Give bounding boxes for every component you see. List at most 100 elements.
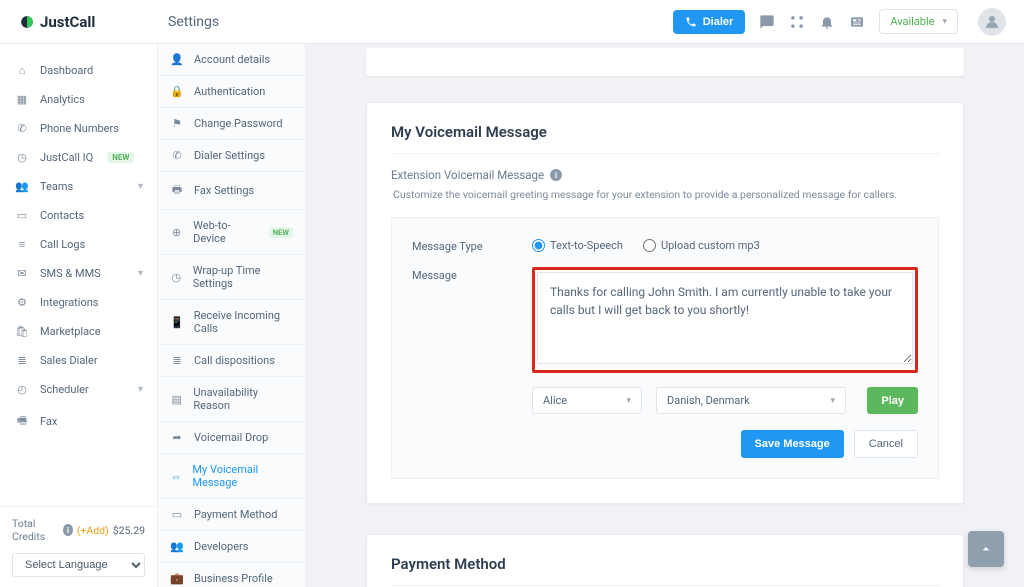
nav-icon: 🛍 (14, 325, 30, 338)
new-badge: NEW (107, 152, 134, 163)
settings-item-my-voicemail-message[interactable]: ⇔ My Voicemail Message (158, 454, 305, 499)
brand-name: JustCall (40, 13, 95, 31)
settings-item-call-dispositions[interactable]: ≣Call dispositions (158, 345, 305, 377)
settings-item-payment-method[interactable]: ▭ Payment Method (158, 499, 305, 531)
clock-icon: ◷ (170, 271, 183, 284)
settings-item-dialer-settings[interactable]: ✆Dialer Settings (158, 140, 305, 172)
nav-icon: ⌂ (14, 64, 30, 77)
avatar[interactable] (978, 8, 1006, 36)
settings-item-web-to-device[interactable]: ⊕Web-to-DeviceNEW (158, 210, 305, 255)
news-icon[interactable] (849, 14, 865, 30)
settings-item-label: Developers (194, 540, 248, 553)
voicemail-subheading: Extension Voicemail Message i (391, 168, 939, 182)
chevron-down-icon: ▾ (830, 396, 835, 406)
settings-item-voicemail-drop[interactable]: ➦Voicemail Drop (158, 422, 305, 454)
message-highlight-box (532, 267, 918, 373)
settings-item-label: Web-to-Device (193, 219, 259, 245)
radio-upload-mp3[interactable]: Upload custom mp3 (643, 238, 760, 253)
settings-item-authentication[interactable]: 🔒Authentication (158, 76, 305, 108)
sidebar-item-label: Sales Dialer (40, 354, 98, 367)
brand-logo[interactable]: JustCall (10, 13, 168, 31)
back-to-top-button[interactable] (968, 531, 1004, 567)
settings-item-label: Fax Settings (194, 184, 254, 197)
sidebar-item-integrations[interactable]: ⚙Integrations (0, 288, 157, 317)
card-icon: ▭ (170, 508, 184, 521)
voicemail-card: My Voicemail Message Extension Voicemail… (366, 102, 964, 504)
credits-amount: $25.29 (113, 524, 145, 537)
voice-select[interactable]: Alice ▾ (532, 387, 642, 414)
voicemail-subtitle: Extension Voicemail Message (391, 168, 544, 182)
settings-item-label: Voicemail Drop (194, 431, 268, 444)
sidebar-item-marketplace[interactable]: 🛍Marketplace (0, 317, 157, 346)
message-textarea[interactable] (537, 272, 913, 364)
nav-icon: ✆ (14, 122, 30, 135)
sidebar-footer: Total Credits i (+Add) $25.29 Select Lan… (0, 506, 157, 587)
sidebar-item-label: SMS & MMS (40, 267, 101, 280)
message-label: Message (412, 267, 532, 373)
chevron-up-icon (978, 541, 994, 557)
link-icon: ⇔ (170, 470, 182, 483)
info-icon[interactable]: i (63, 524, 73, 536)
sidebar-item-label: Phone Numbers (40, 122, 119, 135)
people-icon: 👥 (170, 540, 184, 553)
nav-icon: ≡ (14, 238, 30, 251)
person-icon: 👤 (170, 53, 184, 66)
radio-label-upload: Upload custom mp3 (661, 239, 760, 252)
chevron-down-icon: ▾ (942, 17, 947, 27)
chevron-down-icon: ▾ (138, 268, 143, 279)
bell-icon[interactable] (819, 14, 835, 30)
cancel-button[interactable]: Cancel (854, 430, 918, 458)
sidebar-item-sms-mms[interactable]: ✉SMS & MMS▾ (0, 259, 157, 288)
settings-item-label: My Voicemail Message (192, 463, 293, 489)
sidebar-item-fax[interactable]: 🖷Fax (0, 404, 157, 439)
message-type-label: Message Type (412, 238, 532, 253)
sidebar-item-justcall-iq[interactable]: ◷JustCall IQNEW (0, 143, 157, 172)
sidebar-item-scheduler[interactable]: ◴Scheduler▾ (0, 375, 157, 404)
add-credits-link[interactable]: (+Add) (77, 524, 109, 537)
settings-item-unavailability-reason[interactable]: ▤Unavailability Reason (158, 377, 305, 422)
chat-icon[interactable] (759, 14, 775, 30)
settings-item-label: Business Profile (194, 572, 273, 585)
settings-item-fax-settings[interactable]: 🖶Fax Settings (158, 172, 305, 210)
dialer-button[interactable]: Dialer (673, 10, 746, 34)
settings-item-receive-incoming-calls[interactable]: 📱Receive Incoming Calls (158, 300, 305, 345)
sidebar-item-analytics[interactable]: ▦Analytics (0, 85, 157, 114)
radio-text-to-speech[interactable]: Text-to-Speech (532, 238, 623, 253)
sidebar-item-call-logs[interactable]: ≡Call Logs (0, 230, 157, 259)
settings-item-developers[interactable]: 👥 Developers (158, 531, 305, 563)
nav-icon: ◷ (14, 151, 30, 164)
settings-item-account-details[interactable]: 👤Account details (158, 44, 305, 76)
info-icon[interactable]: i (550, 169, 562, 181)
sidebar-item-contacts[interactable]: ▭Contacts (0, 201, 157, 230)
apps-icon[interactable] (789, 14, 805, 30)
settings-item-wrap-up-time-settings[interactable]: ◷ Wrap-up Time Settings (158, 255, 305, 300)
list-icon: ≣ (170, 354, 184, 367)
settings-item-label: Wrap-up Time Settings (193, 264, 293, 290)
save-message-button[interactable]: Save Message (741, 430, 844, 458)
credits-row: Total Credits i (+Add) $25.29 (12, 517, 145, 543)
dialer-button-label: Dialer (703, 16, 734, 28)
sidebar-item-teams[interactable]: 👥Teams▾ (0, 172, 157, 201)
sidebar-item-dashboard[interactable]: ⌂Dashboard (0, 56, 157, 85)
sidebar-item-sales-dialer[interactable]: ≣Sales Dialer (0, 346, 157, 375)
sidebar-item-label: Teams (40, 180, 73, 193)
settings-item-label: Authentication (194, 85, 265, 98)
settings-item-change-password[interactable]: ⚑ Change Password (158, 108, 305, 140)
page-title: Settings (168, 14, 219, 30)
settings-item-label: Change Password (194, 117, 283, 130)
language-select[interactable]: Select Language (12, 553, 145, 577)
content: My Voicemail Message Extension Voicemail… (306, 44, 1024, 587)
play-button[interactable]: Play (867, 387, 918, 414)
voice-select-value: Alice (543, 394, 567, 407)
settings-item-label: Payment Method (194, 508, 277, 521)
nav-icon: ◴ (14, 383, 30, 396)
sidebar-item-phone-numbers[interactable]: ✆ Phone Numbers (0, 114, 157, 143)
settings-item-business-profile[interactable]: 💼Business Profile (158, 563, 305, 587)
primary-sidebar: ⌂Dashboard▦Analytics ✆ Phone Numbers ◷JustC… (0, 44, 158, 587)
availability-select[interactable]: Available ▾ (879, 9, 958, 34)
locale-select[interactable]: Danish, Denmark ▾ (656, 387, 846, 414)
logo-icon (20, 15, 34, 29)
nav-icon: ⚙ (14, 296, 30, 309)
payment-card-title: Payment Method (391, 555, 939, 573)
flag-icon: ⚑ (170, 117, 184, 130)
